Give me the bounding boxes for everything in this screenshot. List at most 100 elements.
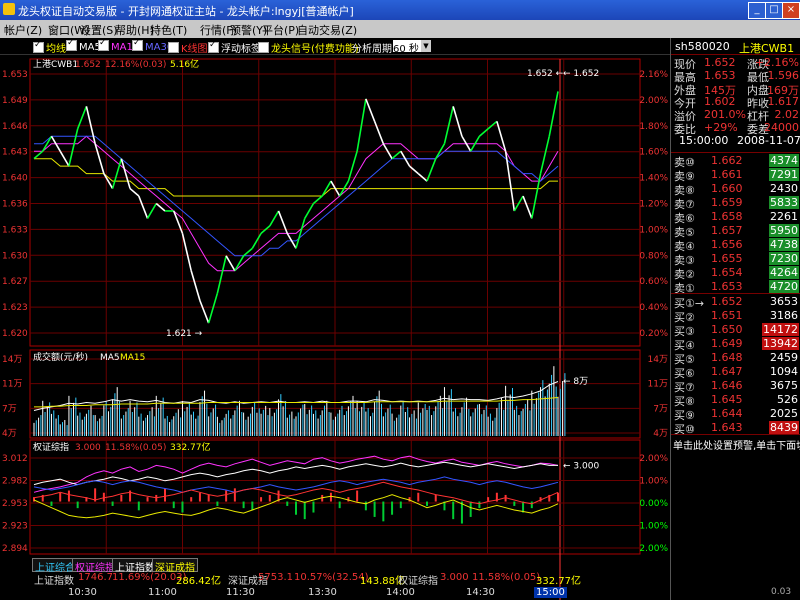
y-tick-label-right: 4万 [653,429,668,439]
panel-title: 成交额(元/秒) [33,351,88,363]
ask-level[interactable]: 卖⑧ 1.660 2430 [671,182,800,197]
maximize-button[interactable]: □ [765,2,783,19]
quote-date: 2008-11-07 [737,134,800,147]
index-line [33,481,559,505]
ask-level[interactable]: 卖② 1.654 4264 [671,266,800,281]
bid-level[interactable]: 买⑩ 1.643 8439 [671,421,800,436]
bid-level[interactable]: 买③ 1.650 14172 [671,323,800,338]
time-label-current: 15:00 [534,587,567,598]
index-value: 5753.1 [258,572,293,583]
y-tick-label-right: 0.40% [639,303,668,313]
price-segment [478,128,489,137]
level-price: 1.645 [711,393,743,406]
price-segment [487,120,498,130]
price-segment [312,195,323,205]
ma5-toggle[interactable]: MA5 [66,38,101,53]
level-price: 1.643 [711,421,743,434]
panel-amount: 5.16亿 [170,58,199,70]
y-tick-label: 2.953 [2,499,28,509]
level-volume: 4738 [769,238,799,251]
price-segment [155,202,166,212]
close-button[interactable]: × [782,2,800,19]
bid-level[interactable]: 买①→ 1.652 3653 [671,295,800,310]
bid-level[interactable]: 买⑨ 1.644 2025 [671,407,800,422]
price-segment [452,106,463,137]
price-segment [531,173,542,219]
time-label: 11:00 [148,587,177,598]
level-price: 1.654 [711,266,743,279]
period-select[interactable]: 60 秒 ▼ [393,40,431,55]
minimize-button[interactable]: _ [748,2,766,19]
price-segment [277,210,289,234]
index-value: 3.000 [440,572,469,583]
level-price: 1.647 [711,365,743,378]
index-amount: 332.77亿 [536,576,581,587]
y-tick-label: 1.627 [2,277,28,287]
level-volume: 1094 [770,365,798,378]
ask-level[interactable]: 卖⑤ 1.657 5950 [671,224,800,239]
bid-level[interactable]: 买④ 1.649 13942 [671,337,800,352]
time-label: 13:30 [308,587,337,598]
price-segment [59,150,70,167]
level-price: 1.648 [711,351,743,364]
float-tag-toggle[interactable]: 浮动标签 [208,40,261,55]
y-tick-label-right: 1.00% [639,225,668,235]
y-tick-label: 7万 [2,404,17,414]
level-volume: 2261 [770,210,798,223]
quote-value: 24000 [764,121,799,134]
alert-hint[interactable]: 单击此处设置预警,单击下面切换 [673,437,800,452]
level-volume: 4720 [769,280,799,293]
bid-level[interactable]: 买⑦ 1.646 3675 [671,379,800,394]
menu-platform[interactable]: 平台(P) [262,22,299,38]
level-price: 1.658 [711,210,743,223]
bid-level[interactable]: 买② 1.651 3186 [671,309,800,324]
bid-level[interactable]: 买⑥ 1.647 1094 [671,365,800,380]
index-change: 10.57%(32.54) [294,572,369,583]
menu-features[interactable]: 特色(T) [150,22,187,38]
price-segment [365,98,376,122]
level-volume: 5950 [769,224,799,237]
price-segment [120,158,131,189]
level-price: 1.644 [711,407,743,420]
ask-level[interactable]: 卖⑥ 1.658 2261 [671,210,800,225]
level-volume: 4264 [769,266,799,279]
index-bar: 上证指数 1746.7 11.69%(20.03) 286.42亿 深证成指 5… [30,572,640,587]
high-marker: 1.652 ← [527,69,564,79]
level-price: 1.660 [711,182,743,195]
level-volume: 7291 [769,168,799,181]
quote-value: 1.653 [704,69,736,82]
y-tick-label-right: 0.00% [639,499,668,509]
ask-level[interactable]: 卖⑩ 1.662 4374 [671,154,800,169]
quote-row: 现价 1.652 涨跌 +2.16% [671,56,800,71]
panel-title: 上港CWB1 [33,58,78,70]
y-tick-label-right: 14万 [648,355,668,365]
ask-level[interactable]: 卖① 1.653 4720 [671,280,800,295]
kline-toggle[interactable]: K线图 [168,40,208,55]
y-tick-label: 14万 [2,355,22,365]
ask-level[interactable]: 卖④ 1.656 4738 [671,238,800,253]
menu-auto-trade[interactable]: 自动交易(Z) [297,22,357,38]
menu-settings[interactable]: 设置(S) [80,22,118,38]
ask-level[interactable]: 卖⑦ 1.659 5833 [671,196,800,211]
window-title: 龙头权证自动交易版 - 开封网通权证主站 - 龙头帐户:lngyj[普通帐户] [18,5,354,18]
y-tick-label: 4万 [2,429,17,439]
menu-account[interactable]: 帐户(Z) [4,22,42,38]
quote-value: 1.596 [767,69,800,82]
level-volume: 5833 [769,196,799,209]
bid-level[interactable]: 买⑤ 1.648 2459 [671,351,800,366]
level-price: 1.649 [711,337,743,350]
low-marker: 1.621 → [166,329,203,339]
ma-toggle[interactable]: 均线 [33,40,66,55]
dragon-signal-toggle[interactable]: 龙头信号(付费功能) [258,40,359,55]
bid-level[interactable]: 买⑧ 1.645 526 [671,393,800,408]
level-volume: 526 [777,393,798,406]
level-volume: 2459 [770,351,798,364]
price-segment [94,143,105,174]
tab-shenzhen-index[interactable]: 深证成指 [152,558,198,574]
y-tick-label-right: 0.20% [639,329,668,339]
ask-level[interactable]: 卖③ 1.655 7230 [671,252,800,267]
panel-title: 权证综指 [33,441,69,453]
menu-help[interactable]: 帮助(H) [115,22,154,38]
ask-level[interactable]: 卖⑨ 1.661 7291 [671,168,800,183]
price-segment [234,255,245,272]
